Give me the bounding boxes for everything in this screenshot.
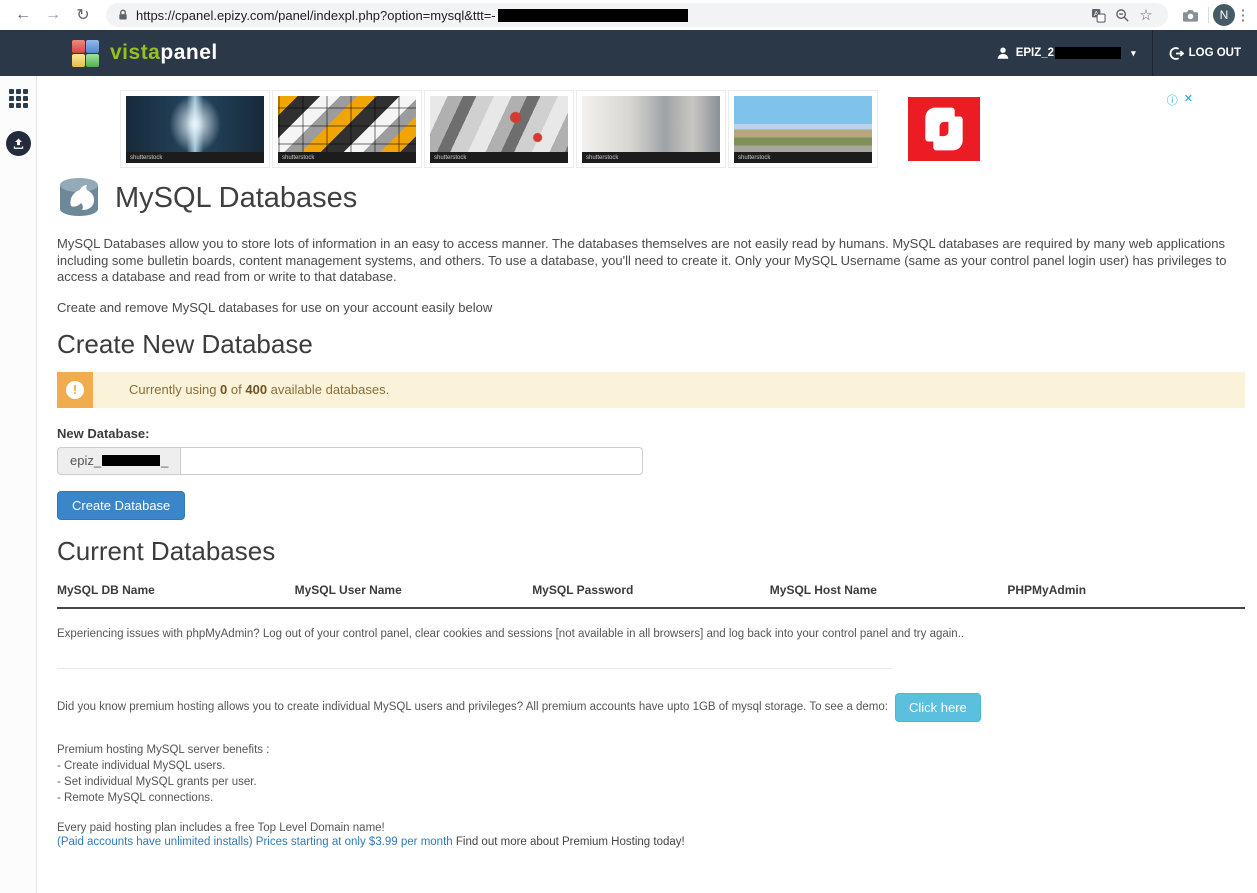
benefit-item: - Remote MySQL connections. (57, 790, 1245, 806)
ad-thumbnail-city-collage[interactable]: shutterstock (424, 90, 574, 168)
logout-button[interactable]: LOG OUT (1153, 30, 1257, 76)
browser-toolbar: ← → ↻ https://cpanel.epizy.com/panel/ind… (0, 0, 1257, 30)
account-label: EPIZ_2 (1016, 47, 1054, 59)
mysql-icon (57, 176, 101, 220)
star-icon[interactable]: ☆ (1134, 6, 1158, 24)
ad-watermark: shutterstock (582, 152, 720, 163)
apps-grid-icon[interactable] (9, 89, 28, 108)
warning-icon: ! (57, 372, 93, 408)
lock-icon (116, 8, 130, 22)
page-title: MySQL Databases (115, 182, 357, 215)
ad-banner: shutterstock shutterstock shutterstock s… (120, 90, 1197, 168)
db-prefix-underscore: _ (161, 453, 168, 468)
benefit-item: - Set individual MySQL grants per user. (57, 774, 1245, 790)
pricing-link[interactable]: (Paid accounts have unlimited installs) … (57, 836, 453, 848)
user-icon (996, 46, 1010, 60)
usage-notice: ! Currently using 0 of 400 available dat… (57, 372, 1245, 408)
ad-thumbnail-houses[interactable]: shutterstock (728, 90, 878, 168)
refresh-icon[interactable]: ↻ (68, 2, 98, 28)
usage-notice-text: Currently using 0 of 400 available datab… (93, 372, 399, 408)
col-user-name: MySQL User Name (295, 575, 533, 608)
phpmyadmin-note: Experiencing issues with phpMyAdmin? Log… (57, 628, 1245, 640)
toolbar-divider (1208, 7, 1209, 23)
ad-thumbnail-templates[interactable]: shutterstock (272, 90, 422, 168)
notice-mid: of (227, 382, 245, 397)
current-databases-heading: Current Databases (57, 536, 1245, 567)
db-total-count: 400 (245, 382, 267, 397)
back-icon[interactable]: ← (8, 2, 38, 28)
premium-demo-text: Did you know premium hosting allows you … (57, 701, 888, 713)
side-rail (0, 76, 37, 893)
translate-icon[interactable]: A (1086, 8, 1110, 23)
col-db-name: MySQL DB Name (57, 575, 295, 608)
intro-paragraph-2: Create and remove MySQL databases for us… (57, 300, 1245, 315)
pricing-line: (Paid accounts have unlimited installs) … (57, 836, 1245, 848)
ad-info-icon[interactable]: ⓘ (1167, 92, 1178, 108)
vistapanel-logo-icon (72, 40, 99, 67)
db-prefix-text: epiz_ (70, 453, 101, 468)
logout-label: LOG OUT (1189, 47, 1241, 59)
benefits-title: Premium hosting MySQL server benefits : (57, 742, 1245, 758)
notice-pre: Currently using (129, 382, 220, 397)
address-bar[interactable]: https://cpanel.epizy.com/panel/indexpl.p… (106, 3, 1168, 27)
forward-icon[interactable]: → (38, 2, 68, 28)
brand-vista: vista (110, 41, 160, 64)
upload-icon[interactable] (6, 131, 31, 156)
col-phpmyadmin: PHPMyAdmin (1007, 575, 1245, 608)
ad-watermark: shutterstock (278, 152, 416, 163)
ad-thumbnail-elevator[interactable]: shutterstock (576, 90, 726, 168)
caret-down-icon: ▾ (1131, 48, 1136, 59)
intro-paragraph: MySQL Databases allow you to store lots … (57, 236, 1245, 286)
brand-wordmark: vistapanel (110, 41, 218, 65)
main-content: shutterstock shutterstock shutterstock s… (37, 76, 1257, 893)
camera-extension-icon[interactable] (1176, 8, 1204, 23)
section-divider (57, 668, 892, 669)
tld-promo-text: Every paid hosting plan includes a free … (57, 822, 1245, 834)
browser-menu-icon[interactable]: ⋮ (1235, 6, 1251, 24)
browser-profile-avatar[interactable]: N (1213, 4, 1235, 26)
new-database-input[interactable] (180, 447, 643, 475)
col-host-name: MySQL Host Name (770, 575, 1008, 608)
shutterstock-logo[interactable] (908, 97, 980, 161)
ad-close-icon[interactable]: ✕ (1184, 92, 1193, 108)
zoom-out-icon[interactable] (1110, 8, 1134, 23)
account-menu[interactable]: EPIZ_2 ▾ (980, 30, 1152, 76)
benefit-item: - Create individual MySQL users. (57, 758, 1245, 774)
pricing-suffix: Find out more about Premium Hosting toda… (453, 836, 685, 848)
redacted-url-token (498, 9, 688, 22)
create-database-button[interactable]: Create Database (57, 491, 185, 520)
create-database-heading: Create New Database (57, 329, 1245, 360)
new-database-label: New Database: (57, 426, 1245, 441)
premium-benefits: Premium hosting MySQL server benefits : … (57, 742, 1245, 806)
brand-panel: panel (160, 41, 217, 64)
panel-header: vistapanel EPIZ_2 ▾ LOG OUT (0, 30, 1257, 76)
db-prefix-addon: epiz_ _ (57, 447, 180, 475)
notice-post: available databases. (267, 382, 389, 397)
col-password: MySQL Password (532, 575, 770, 608)
new-database-input-group: epiz_ _ (57, 447, 643, 475)
databases-table: MySQL DB Name MySQL User Name MySQL Pass… (57, 575, 1245, 628)
ad-watermark: shutterstock (126, 152, 264, 163)
click-here-button[interactable]: Click here (895, 693, 981, 722)
logout-icon (1169, 46, 1184, 61)
ad-thumbnail-door[interactable]: shutterstock (120, 90, 270, 168)
redacted-account-name (1055, 47, 1121, 59)
url-text: https://cpanel.epizy.com/panel/indexpl.p… (136, 8, 496, 23)
empty-table-spacer (57, 608, 1245, 628)
redacted-db-prefix (102, 455, 160, 466)
ad-watermark: shutterstock (430, 152, 568, 163)
ad-watermark: shutterstock (734, 152, 872, 163)
